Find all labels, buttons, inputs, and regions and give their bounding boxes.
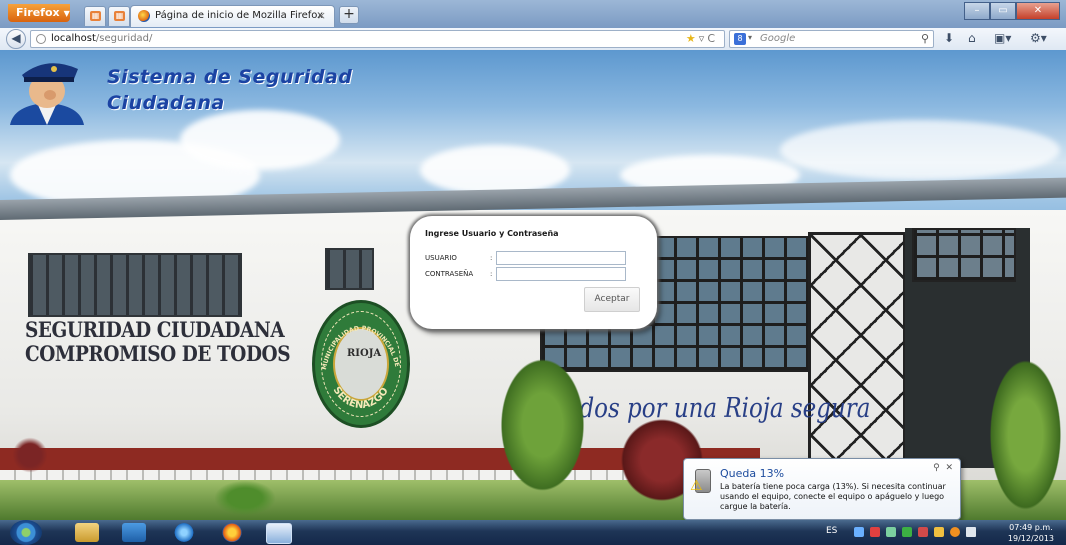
tray-app-icon[interactable]: [902, 527, 912, 537]
page-title-line1: Sistema de Seguridad: [107, 66, 353, 88]
minimize-button[interactable]: –: [964, 2, 990, 20]
username-input[interactable]: [496, 251, 626, 265]
username-label: USUARIO: [425, 254, 457, 262]
navigation-toolbar: ◀ localhost/seguridad/ ★▿C 8 ▾ Google ⚲ …: [0, 28, 1066, 51]
word-icon[interactable]: [266, 523, 292, 544]
background-cloud: [780, 120, 1060, 180]
building-window: [28, 253, 242, 317]
login-submit-button[interactable]: Aceptar: [584, 287, 640, 312]
action-center-icon[interactable]: [918, 527, 928, 537]
page-title: Sistema de Seguridad Ciudadana: [107, 64, 352, 116]
reload-icon[interactable]: C: [707, 32, 718, 45]
search-bar[interactable]: 8 ▾ Google ⚲: [729, 30, 934, 48]
warning-icon: ⚠: [690, 478, 703, 494]
emblem-top-text: MUNICIPALIDAD PROVINCIAL DE RIOJA: [312, 300, 401, 370]
battery-tray-icon[interactable]: [934, 527, 944, 537]
wall-slogan-line2: COMPROMISO DE TODOS: [25, 341, 291, 366]
wall-slogan: SEGURIDAD CIUDADANA COMPROMISO DE TODOS: [25, 317, 291, 366]
network-icon[interactable]: [950, 527, 960, 537]
pin-icon[interactable]: ⚲: [933, 463, 940, 473]
tray-app-icon[interactable]: [870, 527, 880, 537]
building-window: [325, 248, 374, 290]
lattice-gate: [808, 232, 906, 462]
clock-time: 07:49 p.m.: [1009, 523, 1053, 532]
clock[interactable]: 07:49 p.m. 19/12/2013: [1008, 522, 1054, 544]
file-explorer-icon[interactable]: [75, 523, 99, 542]
door-grille: [912, 228, 1016, 282]
firefox-menu-label: Firefox: [16, 6, 60, 19]
firefox-icon: [138, 10, 150, 22]
pinned-tab-1[interactable]: ▦: [84, 6, 106, 26]
wall-slogan-line1: SEGURIDAD CIUDADANA: [25, 317, 285, 342]
notification-body: La batería tiene poca carga (13%). Si ne…: [720, 482, 946, 511]
firefox-taskbar-icon[interactable]: [220, 523, 244, 542]
password-label: CONTRASEÑA: [425, 270, 474, 278]
windows-taskbar: ES 07:49 p.m. 19/12/2013: [0, 520, 1066, 545]
new-tab-button[interactable]: +: [339, 6, 359, 24]
start-button[interactable]: [10, 520, 42, 545]
pinned-tab-2[interactable]: ▦: [108, 6, 130, 26]
garden-plant: [210, 478, 280, 518]
url-host: localhost: [51, 33, 96, 44]
emblem-lettering: MUNICIPALIDAD PROVINCIAL DE RIOJA RIOJA …: [312, 300, 401, 411]
garden-plant: [10, 435, 50, 475]
volume-icon[interactable]: [966, 527, 976, 537]
password-input[interactable]: [496, 267, 626, 281]
firefox-menu-button[interactable]: Firefox ▼: [8, 4, 70, 22]
app-tab-icon: ▦: [114, 11, 125, 21]
language-indicator[interactable]: ES: [826, 526, 837, 536]
downloads-icon[interactable]: ⬇: [944, 31, 954, 45]
police-officer-logo: [10, 63, 84, 125]
globe-icon: [36, 34, 46, 44]
menu-icon[interactable]: ⚙▾: [1030, 31, 1047, 45]
clock-date: 19/12/2013: [1007, 534, 1054, 543]
emblem-bottom-text: SERENAZGO: [331, 385, 391, 411]
garden-plant: [985, 350, 1066, 520]
chevron-down-icon: ▼: [63, 9, 70, 18]
page-title-line2: Ciudadana: [107, 92, 225, 114]
url-actions: ★▿C: [686, 32, 718, 45]
app-tab-icon: ▦: [90, 11, 101, 21]
internet-explorer-icon[interactable]: [172, 523, 196, 542]
notification-title: Queda 13%: [720, 467, 785, 480]
window-controls: – ▭ ✕: [964, 2, 1060, 20]
login-dialog: Ingrese Usuario y Contraseña USUARIO : C…: [410, 216, 657, 329]
close-icon[interactable]: ✕: [945, 463, 953, 473]
tab-close-icon[interactable]: ×: [317, 9, 326, 22]
password-separator: :: [490, 270, 493, 278]
tray-app-icon[interactable]: [886, 527, 896, 537]
media-player-icon[interactable]: [122, 523, 146, 542]
home-icon[interactable]: ⌂: [968, 31, 976, 45]
url-path: /seguridad/: [95, 33, 153, 44]
emblem-center-text: RIOJA: [347, 348, 381, 359]
tab-title: Página de inicio de Mozilla Firefox: [155, 10, 324, 21]
url-text[interactable]: localhost/seguridad/: [51, 33, 152, 44]
tab-home[interactable]: Página de inicio de Mozilla Firefox ×: [130, 5, 335, 27]
bookmark-star-icon[interactable]: ★: [686, 32, 699, 45]
serenazgo-emblem: MUNICIPALIDAD PROVINCIAL DE RIOJA RIOJA …: [312, 300, 410, 428]
search-engine-dropdown-icon[interactable]: ▾: [748, 33, 752, 42]
search-placeholder: Google: [760, 33, 796, 44]
battery-notification[interactable]: ⚠ Queda 13% ⚲ ✕ La batería tiene poca ca…: [683, 458, 961, 520]
close-window-button[interactable]: ✕: [1016, 2, 1060, 20]
notification-controls: ⚲ ✕: [933, 463, 953, 473]
background-cloud: [180, 110, 340, 170]
back-arrow-icon[interactable]: ◀: [6, 29, 26, 49]
url-bar[interactable]: localhost/seguridad/ ★▿C: [30, 30, 725, 48]
browser-title-bar: Firefox ▼ ▦ ▦ Página de inicio de Mozilla…: [0, 0, 1066, 28]
login-heading: Ingrese Usuario y Contraseña: [425, 229, 559, 238]
username-separator: :: [490, 254, 493, 262]
system-tray: ES 07:49 p.m. 19/12/2013: [806, 520, 1066, 545]
search-icon[interactable]: ⚲: [921, 32, 929, 45]
search-engine-icon[interactable]: 8: [734, 33, 746, 45]
page-viewport: SEGURIDAD CIUDADANA COMPROMISO DE TODOS …: [0, 50, 1066, 520]
tray-app-icon[interactable]: [854, 527, 864, 537]
garden-plant: [495, 350, 590, 500]
maximize-button[interactable]: ▭: [990, 2, 1016, 20]
extension-icon[interactable]: ▣▾: [994, 31, 1011, 45]
background-cloud: [420, 145, 570, 195]
